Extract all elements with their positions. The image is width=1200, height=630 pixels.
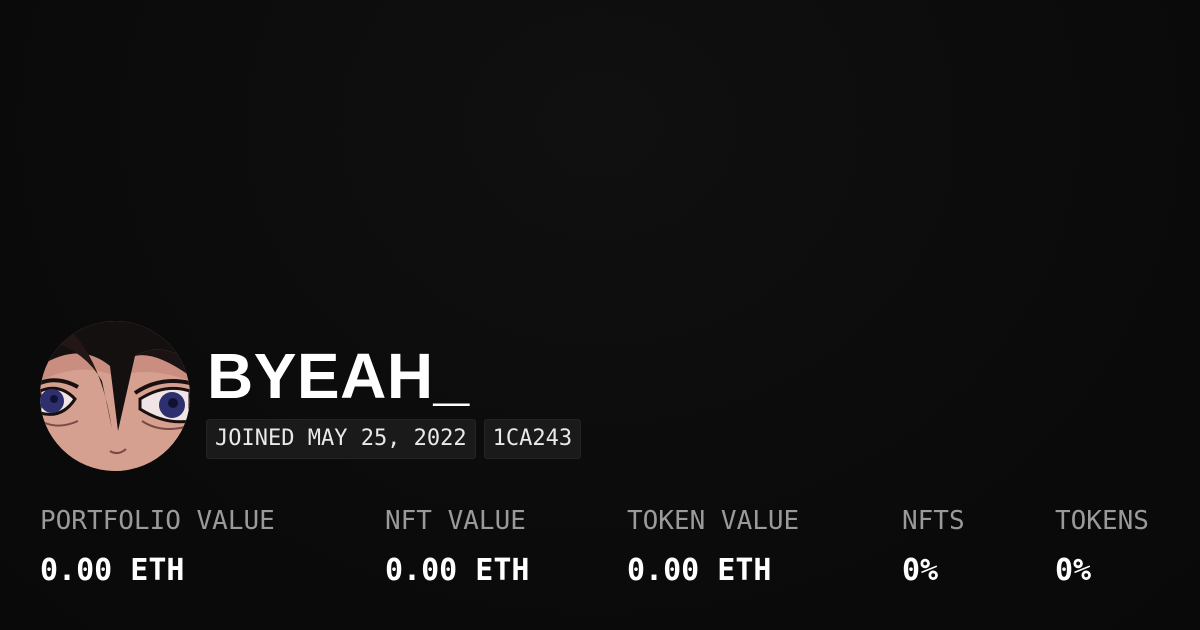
profile-badges: JOINED MAY 25, 2022 1CA243 (206, 419, 582, 459)
stat-label: TOKENS (1055, 506, 1149, 536)
stat-token-value: TOKEN VALUE 0.00 ETH (627, 504, 799, 588)
joined-date-badge: JOINED MAY 25, 2022 (206, 419, 476, 459)
stat-label: PORTFOLIO VALUE (40, 506, 275, 536)
profile-card: BYEAH_ JOINED MAY 25, 2022 1CA243 PORTFO… (0, 0, 1200, 630)
stat-nft-value: NFT VALUE 0.00 ETH (385, 504, 530, 588)
stat-value: 0% (902, 553, 939, 588)
stat-value: 0.00 ETH (627, 553, 772, 588)
stat-tokens: TOKENS 0% (1055, 504, 1149, 588)
stat-value: 0.00 ETH (40, 553, 185, 588)
username: BYEAH_ (207, 340, 470, 412)
stat-label: NFT VALUE (385, 506, 526, 536)
stat-label: TOKEN VALUE (627, 506, 800, 536)
avatar[interactable] (40, 321, 190, 471)
stat-nfts: NFTS 0% (902, 504, 965, 588)
anime-face-avatar-icon (40, 321, 190, 471)
address-tag-badge[interactable]: 1CA243 (483, 419, 582, 459)
stat-value: 0.00 ETH (385, 553, 530, 588)
stat-label: NFTS (902, 506, 965, 536)
stat-value: 0% (1055, 553, 1092, 588)
stat-portfolio-value: PORTFOLIO VALUE 0.00 ETH (40, 504, 275, 588)
